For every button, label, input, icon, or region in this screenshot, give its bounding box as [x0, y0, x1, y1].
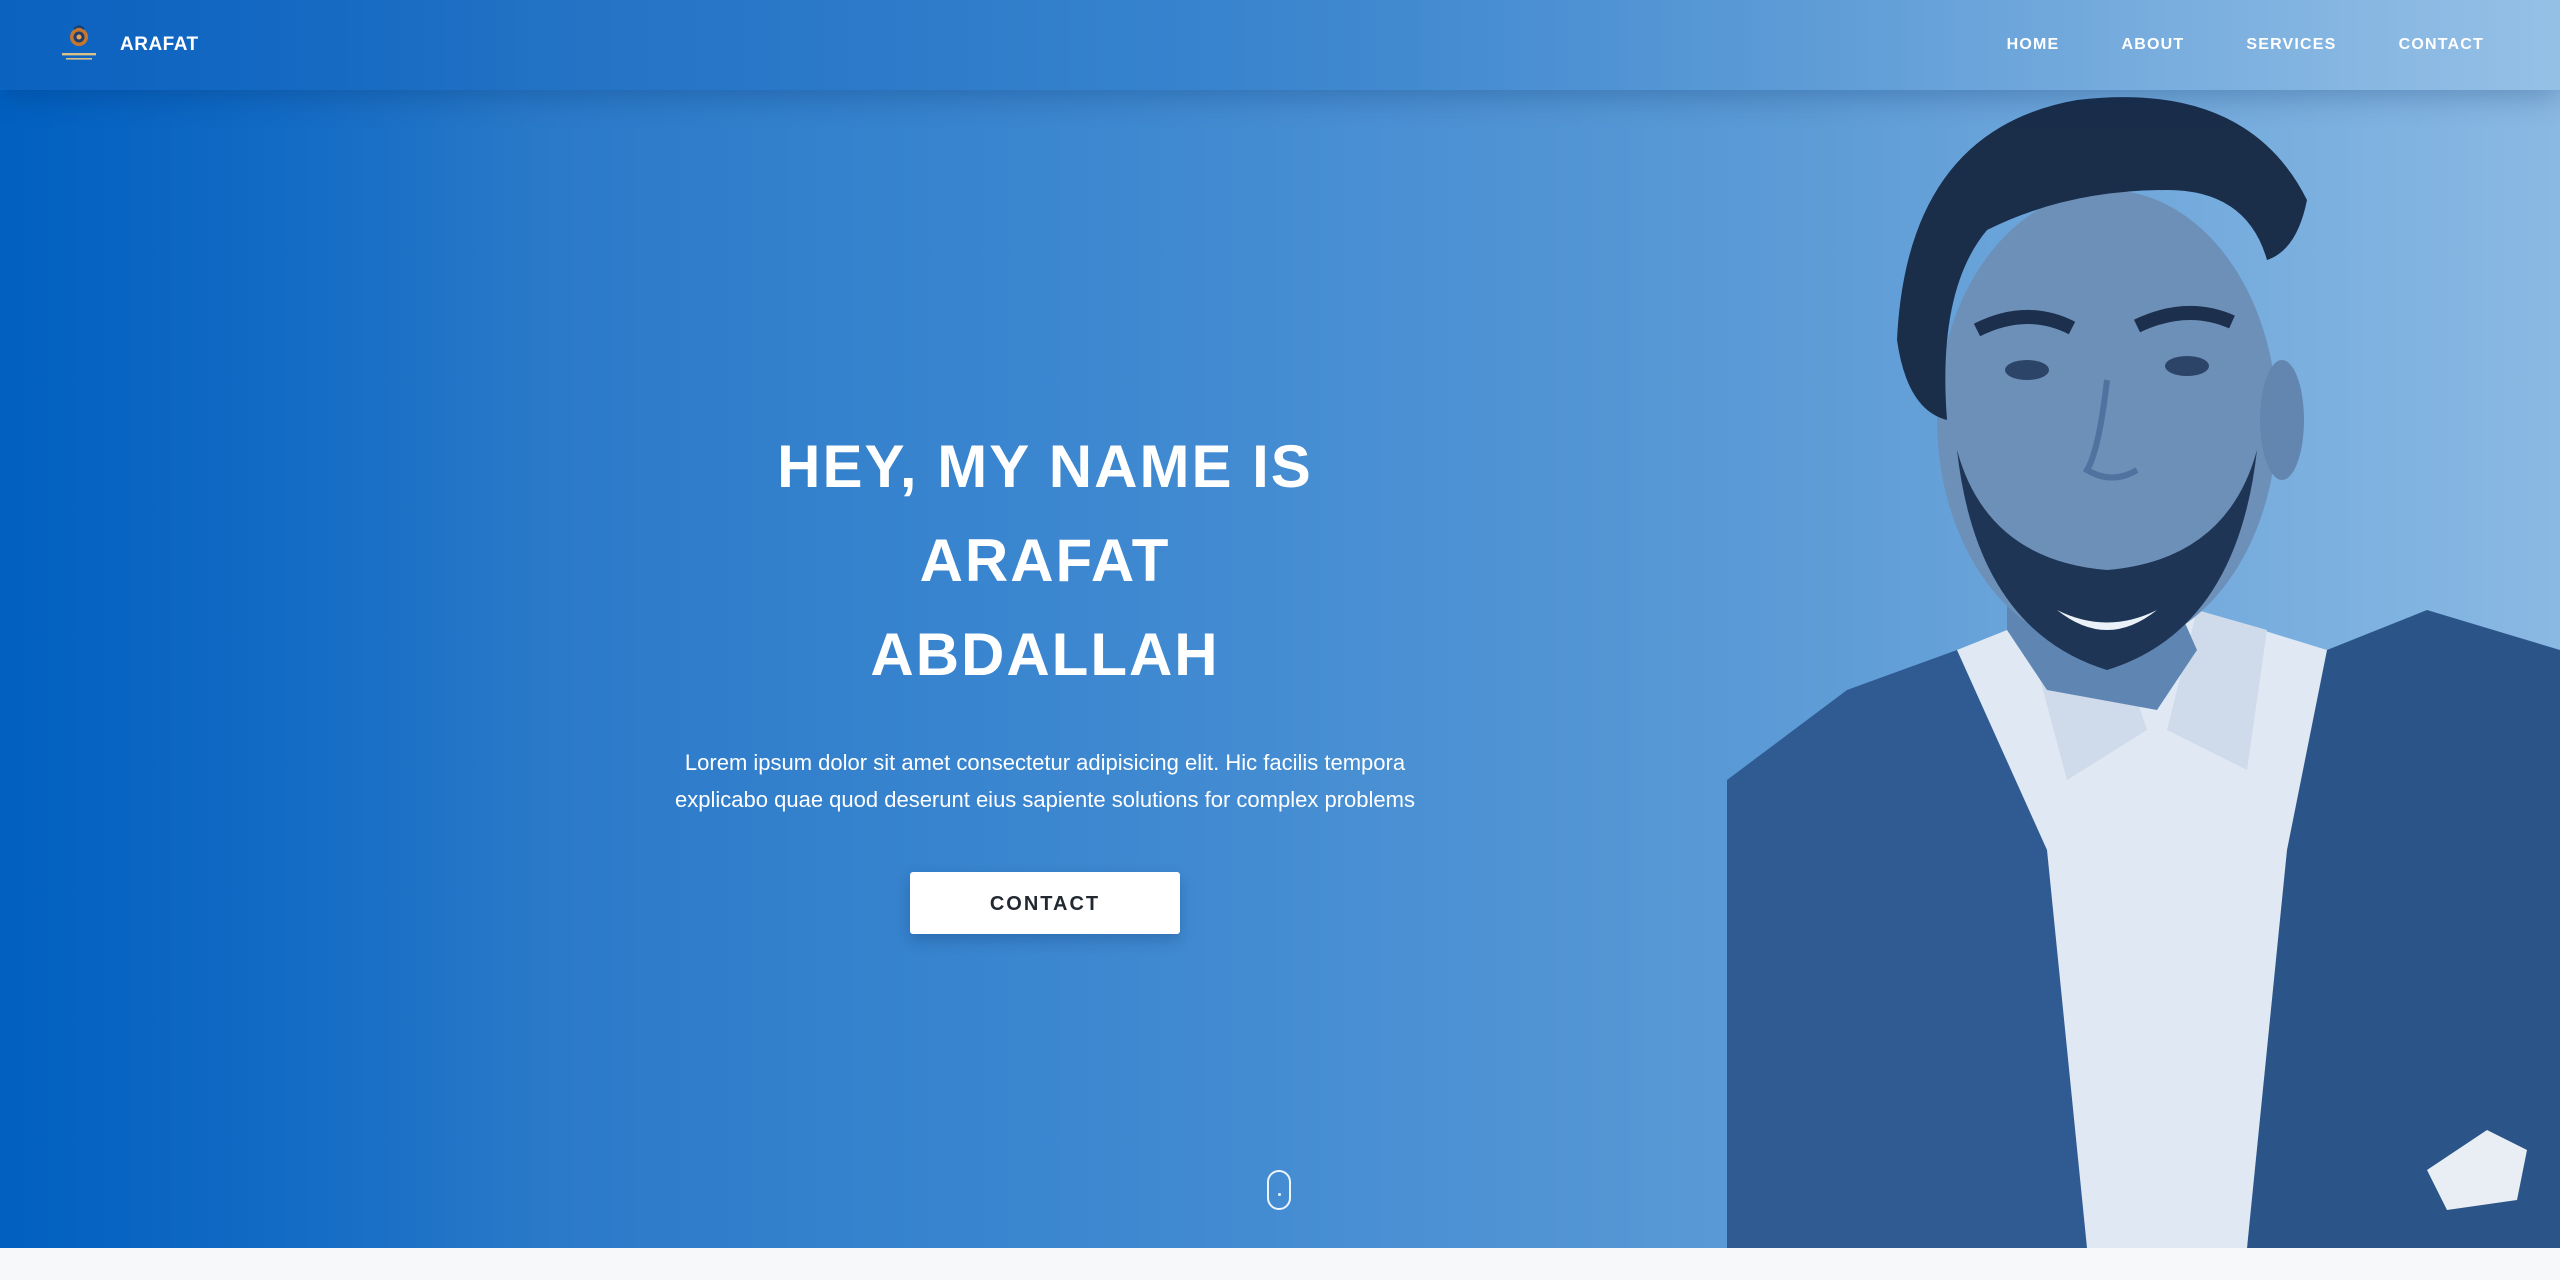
hero-section: HEY, MY NAME IS ARAFAT ABDALLAH Lorem ip…	[0, 0, 2560, 1248]
portrait-image	[1727, 90, 2560, 1248]
scroll-wheel-dot	[1278, 1193, 1281, 1196]
hero-title: HEY, MY NAME IS ARAFAT ABDALLAH	[645, 420, 1445, 702]
page: HEY, MY NAME IS ARAFAT ABDALLAH Lorem ip…	[0, 0, 2560, 1280]
hero-content: HEY, MY NAME IS ARAFAT ABDALLAH Lorem ip…	[645, 420, 1445, 934]
contact-button[interactable]: CONTACT	[910, 872, 1180, 934]
hero-title-line-2: ABDALLAH	[870, 621, 1220, 688]
hero-title-line-1: HEY, MY NAME IS ARAFAT	[777, 433, 1313, 594]
nav-item-services[interactable]: SERVICES	[2246, 36, 2336, 54]
nav-item-home[interactable]: HOME	[2007, 36, 2060, 54]
brand-name: ARAFAT	[120, 34, 199, 55]
main-nav: HOME ABOUT SERVICES CONTACT	[1945, 0, 2484, 90]
navbar: ARAFAT HOME ABOUT SERVICES CONTACT	[0, 0, 2560, 90]
nav-item-contact[interactable]: CONTACT	[2399, 36, 2484, 54]
nav-item-about[interactable]: ABOUT	[2121, 36, 2184, 54]
scroll-mouse-icon[interactable]	[1267, 1170, 1291, 1210]
brand-link[interactable]: ARAFAT	[56, 22, 199, 68]
hero-subtitle: Lorem ipsum dolor sit amet consectetur a…	[675, 750, 1415, 812]
brand-logo-icon	[62, 25, 96, 60]
